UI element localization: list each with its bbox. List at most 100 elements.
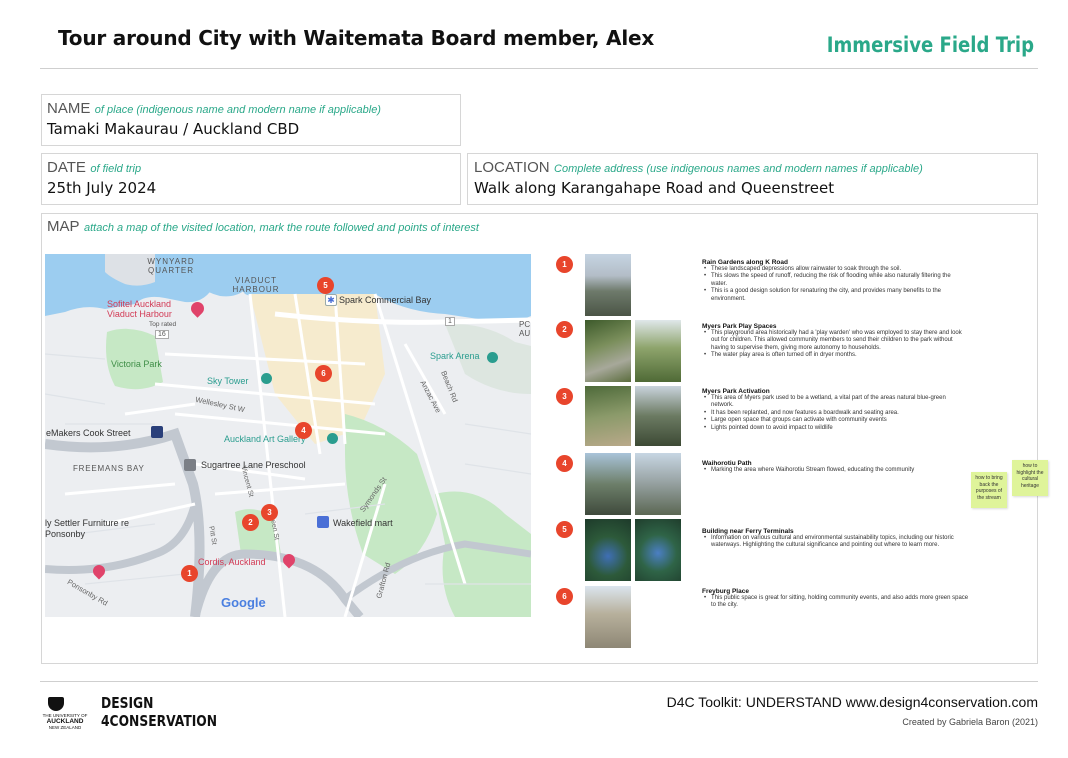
name-field[interactable]: NAME of place (indigenous name and moder… bbox=[41, 94, 461, 146]
credit-text: Created by Gabriela Baron (2021) bbox=[902, 717, 1038, 727]
school-marker-icon[interactable] bbox=[184, 459, 196, 471]
poi-number-1: 1 bbox=[556, 256, 573, 273]
map-label-viaduct: VIADUCT HARBOUR bbox=[232, 276, 280, 294]
poi-number-5: 5 bbox=[556, 521, 573, 538]
poi-title-3: Myers Park Activation bbox=[702, 388, 770, 395]
shop-marker-icon[interactable] bbox=[317, 516, 329, 528]
poi-list-6: This public space is great for sitting, … bbox=[702, 595, 970, 610]
map-label-pc: PC AU bbox=[519, 320, 531, 338]
university-logo-text: THE UNIVERSITY OF AUCKLAND NEW ZEALAND bbox=[40, 713, 90, 730]
poi-bullet: Information on various cultural and envi… bbox=[702, 535, 970, 550]
poi-photo-4b bbox=[635, 453, 681, 515]
date-field[interactable]: DATE of field trip 25th July 2024 bbox=[41, 153, 461, 205]
poi-bullet: Lights pointed down to avoid impact to w… bbox=[702, 425, 964, 433]
footer-divider bbox=[40, 681, 1038, 682]
sticky-note-2[interactable]: how to highlight the cultural heritage bbox=[1012, 460, 1048, 496]
arena-marker-icon[interactable] bbox=[487, 352, 498, 363]
sticky-note-1[interactable]: how to bring back the purposes of the st… bbox=[971, 472, 1007, 508]
d4c-logo: DESIGN 4CONSERVATION bbox=[101, 694, 217, 730]
map-pin-6[interactable]: 6 bbox=[315, 365, 332, 382]
logo-line-2: 4CONSERVATION bbox=[101, 712, 218, 730]
poi-list-2: This playground area historically had a … bbox=[702, 330, 964, 360]
route-shield-16: 16 bbox=[155, 330, 169, 339]
brand-title: Immersive Field Trip bbox=[826, 33, 1034, 57]
map-pin-4[interactable]: 4 bbox=[295, 422, 312, 439]
map-pin-2[interactable]: 2 bbox=[242, 514, 259, 531]
map-label: MAP bbox=[47, 218, 80, 235]
map-label-sugartree[interactable]: Sugartree Lane Preschool bbox=[201, 460, 306, 470]
google-logo: Google bbox=[221, 595, 266, 610]
poi-photo-2a bbox=[585, 320, 631, 382]
poi-title-6: Freyburg Place bbox=[702, 588, 749, 595]
poi-photo-3b bbox=[635, 386, 681, 446]
map-label-freemans: FREEMANS BAY bbox=[73, 464, 145, 473]
poi-number-3: 3 bbox=[556, 388, 573, 405]
route-shield-1: 1 bbox=[445, 317, 455, 326]
poi-number-2: 2 bbox=[556, 321, 573, 338]
map-pin-3[interactable]: 3 bbox=[261, 504, 278, 521]
date-value[interactable]: 25th July 2024 bbox=[47, 179, 455, 197]
poi-list-5: Information on various cultural and envi… bbox=[702, 535, 970, 550]
map-label-spark-bay[interactable]: Spark Commercial Bay bbox=[339, 295, 431, 305]
university-crest-icon bbox=[48, 697, 64, 711]
poi-title-5: Building near Ferry Terminals bbox=[702, 528, 794, 535]
sky-tower-marker-icon[interactable] bbox=[261, 373, 272, 384]
name-label: NAME bbox=[47, 100, 91, 117]
map-label-cordis[interactable]: Cordis, Auckland bbox=[198, 557, 266, 567]
uni-line-2: AUCKLAND bbox=[46, 718, 84, 725]
page-title: Tour around City with Waitemata Board me… bbox=[58, 26, 655, 50]
route-map[interactable]: WYNYARD QUARTER VIADUCT HARBOUR Sofitel … bbox=[45, 254, 531, 617]
map-label-spark-arena[interactable]: Spark Arena bbox=[430, 351, 480, 361]
map-label-art-gallery[interactable]: Auckland Art Gallery bbox=[224, 434, 306, 444]
poi-bullet: This is a good design solution for renat… bbox=[702, 288, 964, 303]
map-label-victoria-park[interactable]: Victoria Park bbox=[111, 359, 162, 369]
map-pin-5[interactable]: 5 bbox=[317, 277, 334, 294]
map-label-sky-tower[interactable]: Sky Tower bbox=[207, 376, 248, 386]
poi-list-1: These landscaped depressions allow rainw… bbox=[702, 266, 964, 303]
uni-line-3: NEW ZEALAND bbox=[48, 725, 82, 730]
map-hint: attach a map of the visited location, ma… bbox=[83, 222, 479, 234]
location-label: LOCATION bbox=[474, 159, 550, 176]
poi-list-4: Marking the area where Waihorotiu Stream… bbox=[702, 467, 942, 475]
poi-title-2: Myers Park Play Spaces bbox=[702, 323, 777, 330]
map-label-sofitel[interactable]: Sofitel Auckland Viaduct Harbour bbox=[107, 299, 193, 319]
poi-photo-6a bbox=[585, 586, 631, 648]
poi-number-6: 6 bbox=[556, 588, 573, 605]
poi-photo-1a bbox=[585, 254, 631, 316]
poi-list-3: This area of Myers park used to be a wet… bbox=[702, 395, 964, 432]
map-label-wynyard: WYNYARD QUARTER bbox=[147, 257, 195, 275]
map-label-makers[interactable]: eMakers Cook Street bbox=[46, 428, 131, 438]
poi-bullet: Large open space that groups can activat… bbox=[702, 417, 964, 425]
poi-bullet: This public space is great for sitting, … bbox=[702, 595, 970, 610]
poi-bullet: These landscaped depressions allow rainw… bbox=[702, 266, 964, 274]
poi-bullet: This playground area historically had a … bbox=[702, 330, 964, 352]
poi-number-4: 4 bbox=[556, 455, 573, 472]
poi-photo-5b bbox=[635, 519, 681, 581]
name-hint: of place (indigenous name and modern nam… bbox=[94, 104, 381, 116]
gallery-marker-icon[interactable] bbox=[327, 433, 338, 444]
date-hint: of field trip bbox=[90, 163, 142, 175]
business-marker-icon[interactable] bbox=[151, 426, 163, 438]
poi-photo-5a bbox=[585, 519, 631, 581]
shopping-icon: ✱ bbox=[325, 294, 337, 306]
location-value[interactable]: Walk along Karangahape Road and Queenstr… bbox=[474, 179, 1031, 197]
poi-title-4: Waihorotiu Path bbox=[702, 460, 752, 467]
location-hint: Complete address (use indigenous names a… bbox=[554, 163, 923, 175]
poi-bullet: This slows the speed of runoff, reducing… bbox=[702, 273, 964, 288]
poi-photo-2b bbox=[635, 320, 681, 382]
map-label-settler[interactable]: ly Settler Furniture re Ponsonby bbox=[45, 518, 145, 540]
poi-bullet: Marking the area where Waihorotiu Stream… bbox=[702, 467, 942, 475]
header-divider bbox=[40, 68, 1038, 69]
map-label-wakefield[interactable]: Wakefield mart bbox=[333, 518, 393, 528]
logo-line-1: DESIGN bbox=[101, 694, 154, 712]
map-label-top-rated: Top rated bbox=[149, 321, 177, 328]
poi-photo-3a bbox=[585, 386, 631, 446]
location-field[interactable]: LOCATION Complete address (use indigenou… bbox=[467, 153, 1038, 205]
poi-photo-4a bbox=[585, 453, 631, 515]
poi-bullet: This area of Myers park used to be a wet… bbox=[702, 395, 964, 410]
name-value[interactable]: Tamaki Makaurau / Auckland CBD bbox=[47, 120, 455, 138]
poi-bullet: The water play area is often turned off … bbox=[702, 352, 964, 360]
poi-title-1: Rain Gardens along K Road bbox=[702, 259, 788, 266]
map-pin-1[interactable]: 1 bbox=[181, 565, 198, 582]
toolkit-text: D4C Toolkit: UNDERSTAND www.design4conse… bbox=[666, 694, 1038, 710]
